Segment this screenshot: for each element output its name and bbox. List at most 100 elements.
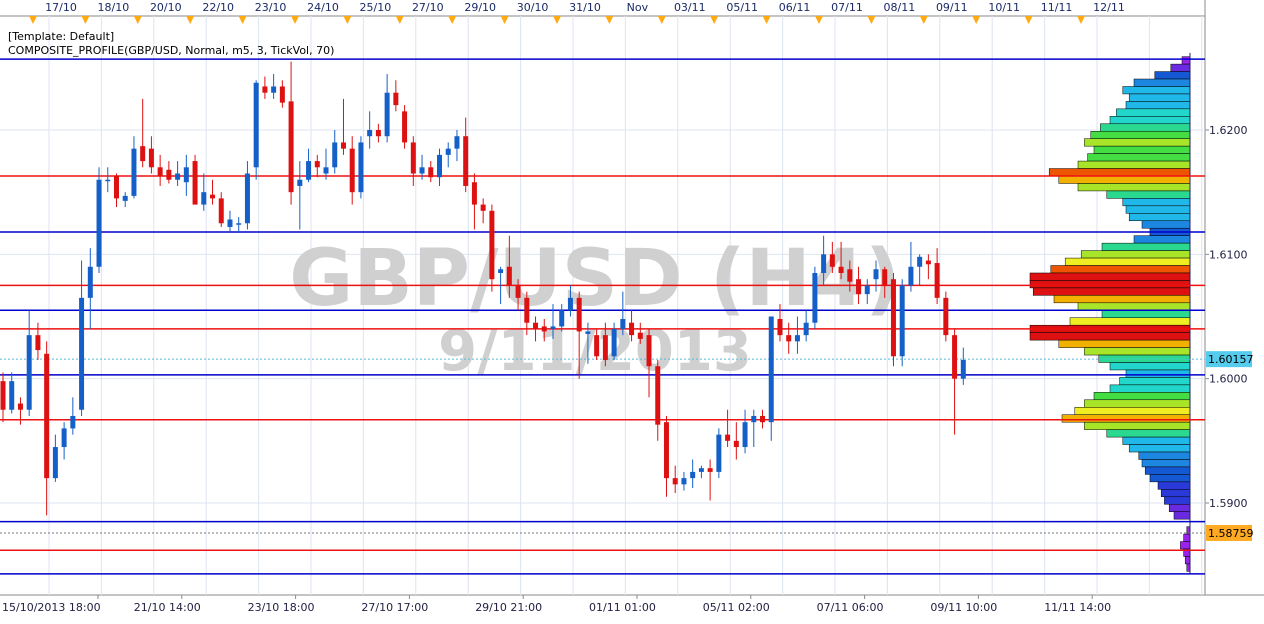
candle [908,241,914,292]
candle-body [463,136,469,186]
profile-bar [1122,198,1191,207]
candle-body [288,101,294,193]
candle [655,360,661,441]
candle [192,154,198,205]
candle-body [567,297,573,311]
candle-body [541,326,547,332]
time-marker-arrow [133,16,142,24]
profile-bar [1173,511,1191,520]
current-price-label: 1.60157 [1208,353,1254,366]
candle [218,192,224,227]
time-marker-label: 27/10 [412,1,444,14]
candle [183,154,189,196]
candle-body [533,322,539,329]
candle [148,136,154,174]
candle [17,397,23,425]
price-tick-label: 1.6200 [1209,124,1248,137]
profile-bar [1180,541,1191,550]
candle [44,341,50,516]
candle-body [419,167,425,174]
candle [253,80,259,180]
candle-body [742,422,748,448]
candle-body [140,146,146,162]
candle-body [375,130,381,137]
candle-body [864,285,870,295]
time-marker-label: 10/11 [988,1,1020,14]
time-marker-arrow [343,16,352,24]
profile-bar [1125,101,1191,110]
time-marker-label: 17/10 [45,1,77,14]
candle-body [838,266,844,273]
candle-body [707,468,713,472]
profile-bar [1058,175,1191,184]
candle-body [340,142,346,149]
profile-bar [1170,63,1191,72]
candle-body [122,195,128,201]
candle [105,167,111,193]
time-marker-arrow [972,16,981,24]
candle [742,409,748,454]
candle [768,316,774,441]
price-tick-label: 1.6000 [1209,373,1248,386]
candle [122,192,128,208]
time-marker-label: 25/10 [360,1,392,14]
candle-body [725,434,731,441]
candle [437,148,442,186]
candle [454,130,460,162]
candle-body [559,310,565,327]
time-axis-label: 21/10 14:00 [134,601,201,614]
candle-body [917,256,923,267]
candle-body [227,219,233,227]
time-axis-label: 09/11 10:00 [930,601,997,614]
candle-body [17,403,23,410]
candle-body [437,154,442,178]
time-marker-label: 22/10 [202,1,234,14]
candle-body [253,82,259,168]
candle-body [690,471,696,479]
profile-bar [1064,257,1191,266]
candle [332,130,338,174]
candle-body [79,297,85,410]
candle [480,198,486,224]
profile-bar [1119,377,1191,386]
profile-bar [1157,481,1191,490]
profile-bar [1048,168,1191,177]
profile-bar [1168,503,1191,512]
candle-body [585,331,591,334]
profile-bar [1122,86,1191,95]
candle [960,347,966,385]
candle-body [637,332,643,339]
time-marker-arrow [1024,16,1033,24]
volume-profile [1029,52,1191,574]
candle [690,459,696,489]
candle-body [297,179,303,186]
time-marker-arrow [710,16,719,24]
candle-body [786,335,792,342]
candle [26,310,32,416]
profile-bar [1058,339,1191,348]
candle [297,161,303,230]
candle-body [882,269,888,286]
candle [96,167,102,273]
chart-root: GBP/USD (H4) 9/11/2013 17/10 18/10 20/10 22… [0,0,1264,620]
candle [925,254,931,280]
time-marker-label: 23/10 [255,1,287,14]
profile-bar [1181,56,1191,65]
candle [279,80,285,108]
time-axis-label: 01/11 01:00 [589,601,656,614]
chart-canvas[interactable]: GBP/USD (H4) 9/11/2013 17/10 18/10 20/10 22… [0,0,1264,620]
candle-body [777,318,783,336]
profile-bar [1141,459,1191,468]
time-marker-label: 20/10 [150,1,182,14]
candle [384,74,390,143]
candle-body [480,204,486,211]
candle [340,98,346,155]
candle-body [960,360,966,379]
candle-body [218,198,224,224]
candle-body [96,179,102,267]
time-marker-arrow [500,16,509,24]
profile-bar [1109,116,1191,125]
time-marker-label: 30/10 [517,1,549,14]
time-marker-arrow [867,16,876,24]
profile-bar [1149,474,1191,483]
